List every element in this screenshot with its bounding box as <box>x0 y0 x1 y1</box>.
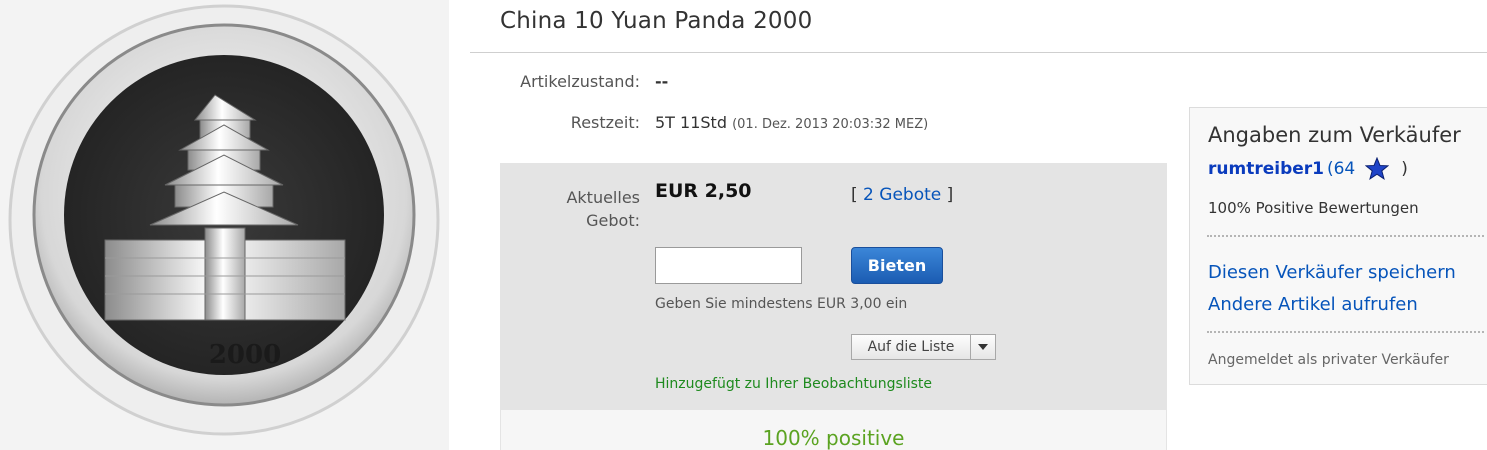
watchlist-control: Auf die Liste <box>851 334 996 360</box>
time-left-value: 5T 11Std (01. Dez. 2013 20:03:32 MEZ) <box>655 113 928 132</box>
seller-info-panel <box>1189 107 1487 385</box>
seller-positive-feedback: 100% Positive Bewertungen <box>1208 199 1419 217</box>
current-bid-label: Aktuelles Gebot: <box>500 186 640 232</box>
chevron-down-icon <box>978 344 988 350</box>
bid-count-close-bracket: ] <box>946 185 954 205</box>
place-bid-button[interactable]: Bieten <box>851 247 943 284</box>
minimum-bid-note: Geben Sie mindestens EUR 3,00 ein <box>655 296 908 312</box>
title-divider <box>470 52 1487 53</box>
other-items-link[interactable]: Andere Artikel aufrufen <box>1208 294 1418 315</box>
item-photo[interactable]: 2000 <box>0 0 449 450</box>
seller-divider-1 <box>1207 235 1484 237</box>
seller-name-link[interactable]: rumtreiber1 <box>1208 159 1324 179</box>
seller-heading: Angaben zum Verkäufer <box>1208 123 1461 147</box>
seller-type-note: Angemeldet als privater Verkäufer <box>1208 352 1449 368</box>
seller-divider-2 <box>1207 331 1484 333</box>
condition-value: -- <box>655 72 669 91</box>
time-left-label: Restzeit: <box>570 113 640 132</box>
bid-count: [ 2 Gebote ] <box>851 185 953 205</box>
feedback-positive-text: 100% positive <box>762 426 905 450</box>
current-bid-label-line1: Aktuelles <box>566 188 640 207</box>
time-left-duration: 5T 11Std <box>655 113 727 132</box>
item-title: China 10 Yuan Panda 2000 <box>500 8 813 34</box>
seller-score-close: ) <box>1401 158 1408 179</box>
bid-amount-input[interactable] <box>655 247 802 284</box>
coin-year: 2000 <box>208 340 282 370</box>
auction-end-time: (01. Dez. 2013 20:03:32 MEZ) <box>732 117 929 132</box>
save-seller-link[interactable]: Diesen Verkäufer speichern <box>1208 262 1456 283</box>
seller-id-row: rumtreiber1 (64 ) <box>1208 157 1408 180</box>
current-bid-price: EUR 2,50 <box>655 180 752 202</box>
seller-feedback-score-link[interactable]: (64 <box>1327 159 1355 179</box>
watchlist-added-message: Hinzugefügt zu Ihrer Beobachtungsliste <box>655 376 932 392</box>
watchlist-dropdown-button[interactable] <box>971 334 996 360</box>
condition-label: Artikelzustand: <box>520 72 640 91</box>
panda-coin-photo-icon <box>0 0 449 450</box>
add-to-watchlist-button[interactable]: Auf die Liste <box>851 334 971 360</box>
bid-count-open-bracket: [ <box>851 185 858 205</box>
current-bid-label-line2: Gebot: <box>586 211 640 230</box>
bid-history-link[interactable]: 2 Gebote <box>863 185 941 205</box>
blue-star-icon <box>1365 157 1390 180</box>
